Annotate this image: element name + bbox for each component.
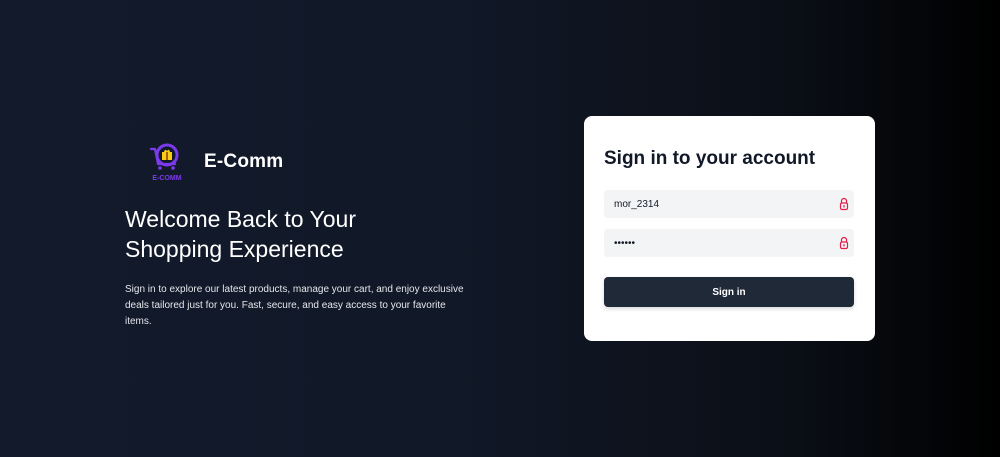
username-field-wrapper [604,190,854,218]
lock-icon [839,197,849,211]
password-field-wrapper [604,229,854,257]
lock-icon [839,236,849,250]
welcome-headline: Welcome Back to Your Shopping Experience [125,204,485,264]
username-input[interactable] [604,190,854,218]
login-page: E-COMM E-Comm Welcome Back to Your Shopp… [0,0,1000,457]
login-title: Sign in to your account [604,148,816,169]
headline-line-1: Welcome Back to Your [125,206,356,232]
brand: E-COMM E-Comm [125,140,485,184]
logo-wordmark: E-COMM [152,175,181,182]
login-card: Sign in to your account Sign in [584,116,875,341]
brand-logo: E-COMM [145,140,189,184]
sign-in-button[interactable]: Sign in [604,277,854,307]
shopping-cart-gift-icon: E-COMM [149,143,182,182]
welcome-description: Sign in to explore our latest products, … [125,284,464,327]
hero-section: E-COMM E-Comm Welcome Back to Your Shopp… [125,140,485,330]
brand-name: E-Comm [204,151,284,172]
password-input[interactable] [604,229,854,257]
headline-line-2: Shopping Experience [125,236,344,262]
